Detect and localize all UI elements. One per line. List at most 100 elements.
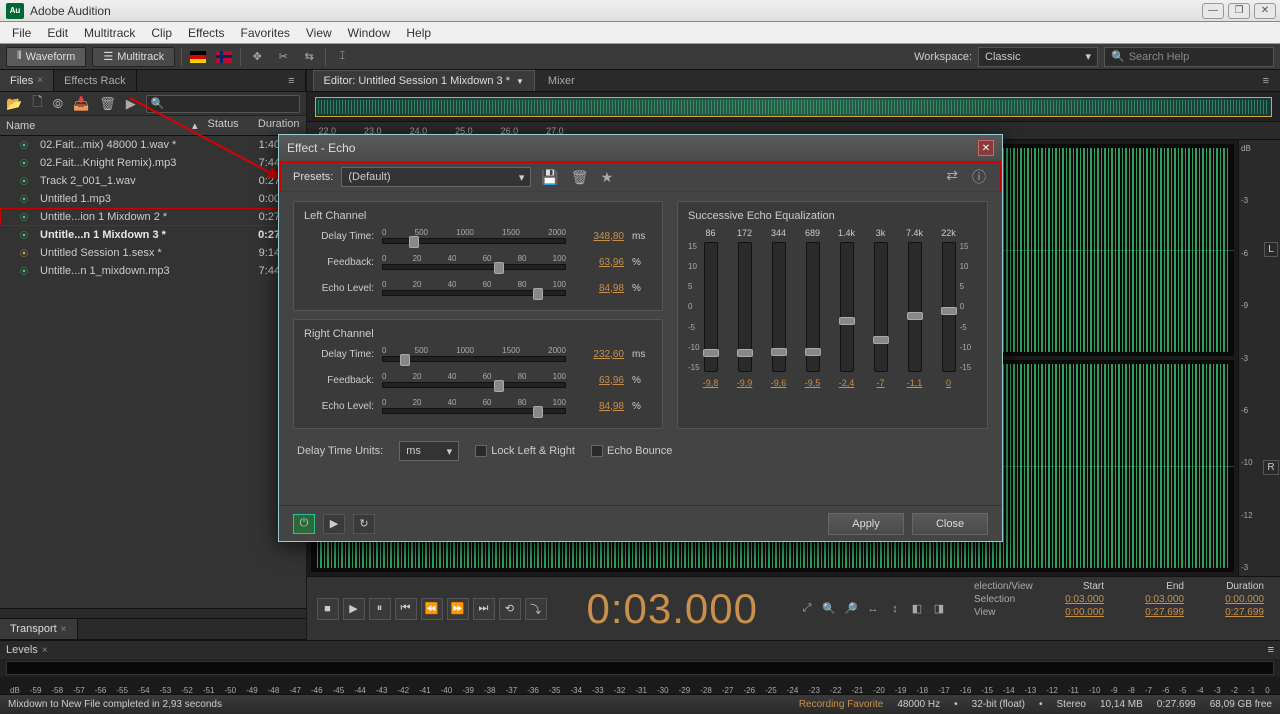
flag-no-icon[interactable]	[216, 51, 232, 63]
tab-mixer[interactable]: Mixer	[537, 70, 586, 91]
zoom-btn-4[interactable]: ↕	[886, 600, 904, 618]
eq-value[interactable]: -9,9	[737, 378, 753, 388]
menu-multitrack[interactable]: Multitrack	[76, 24, 143, 42]
mode-multitrack-button[interactable]: ☰ Multitrack	[92, 47, 175, 67]
eq-value[interactable]: -9,8	[703, 378, 719, 388]
apply-button[interactable]: Apply	[828, 513, 904, 535]
chevron-down-icon[interactable]: ▼	[516, 77, 524, 86]
flag-de-icon[interactable]	[190, 51, 206, 63]
file-row[interactable]: Untitled Session 1.sesx *9:14.143	[0, 244, 306, 262]
play-icon[interactable]: ▶	[126, 96, 136, 112]
zoom-btn-0[interactable]: ⤢	[798, 600, 816, 618]
mode-waveform-button[interactable]: ⫴ Waveform	[6, 47, 86, 67]
param-value[interactable]: 84,98	[574, 283, 624, 294]
param-value[interactable]: 63,96	[574, 257, 624, 268]
favorite-icon[interactable]: ★	[599, 169, 616, 186]
menu-clip[interactable]: Clip	[143, 24, 180, 42]
eq-slider[interactable]	[806, 242, 820, 372]
file-row[interactable]: Untitle...ion 1 Mixdown 2 *0:27.699	[0, 208, 306, 226]
time-select-tool-icon[interactable]: 𝙸	[332, 47, 352, 67]
transport-btn-1[interactable]: ▶	[343, 598, 365, 620]
file-row[interactable]: 02.Fait...mix) 48000 1.wav *1:40.000	[0, 136, 306, 154]
workspace-dropdown[interactable]: Classic ▾	[978, 47, 1098, 67]
eq-slider[interactable]	[738, 242, 752, 372]
eq-slider[interactable]	[772, 242, 786, 372]
transport-btn-5[interactable]: ⏩	[447, 598, 469, 620]
move-tool-icon[interactable]: ✥	[247, 47, 267, 67]
zoom-btn-1[interactable]: 🔍	[820, 600, 838, 618]
file-row[interactable]: Untitle...n 1 Mixdown 3 *0:27.699	[0, 226, 306, 244]
panel-menu-icon[interactable]: ≡	[1252, 70, 1280, 91]
channel-map-icon[interactable]: ⇄	[944, 167, 960, 187]
view-start[interactable]: 0:00.000	[1044, 607, 1104, 618]
eq-value[interactable]: 0	[946, 378, 951, 388]
view-dur[interactable]: 0:27.699	[1204, 607, 1264, 618]
dialog-close-button[interactable]: ✕	[978, 140, 994, 156]
close-window-button[interactable]: ✕	[1254, 3, 1276, 19]
power-button[interactable]: ⏻	[293, 514, 315, 534]
eq-value[interactable]: -9,6	[771, 378, 787, 388]
tab-files[interactable]: Files×	[0, 70, 54, 91]
param-slider[interactable]: 020406080100	[382, 280, 566, 296]
files-search-input[interactable]: 🔍	[146, 95, 300, 113]
zoom-btn-2[interactable]: 🔎	[842, 600, 860, 618]
presets-dropdown[interactable]: (Default) ▾	[341, 167, 531, 187]
eq-value[interactable]: -2,4	[839, 378, 855, 388]
eq-value[interactable]: -7	[877, 378, 885, 388]
column-duration[interactable]: Duration	[246, 116, 306, 135]
overview-waveform[interactable]	[315, 97, 1273, 117]
echo-bounce-checkbox[interactable]: Echo Bounce	[591, 445, 672, 457]
transport-btn-7[interactable]: ⟲	[499, 598, 521, 620]
razor-tool-icon[interactable]: ✂	[273, 47, 293, 67]
sel-end[interactable]: 0:03.000	[1124, 594, 1184, 605]
param-slider[interactable]: 020406080100	[382, 372, 566, 388]
eq-slider[interactable]	[908, 242, 922, 372]
menu-window[interactable]: Window	[340, 24, 399, 42]
eq-slider[interactable]	[874, 242, 888, 372]
param-slider[interactable]: 0500100015002000	[382, 346, 566, 362]
trash-icon[interactable]: 🗑	[99, 96, 116, 112]
close-icon[interactable]: ×	[37, 75, 43, 86]
param-value[interactable]: 84,98	[574, 401, 624, 412]
param-slider[interactable]: 020406080100	[382, 398, 566, 414]
maximize-button[interactable]: ❐	[1228, 3, 1250, 19]
eq-value[interactable]: -1,1	[907, 378, 923, 388]
param-value[interactable]: 232,60	[574, 349, 624, 360]
param-value[interactable]: 348,80	[574, 231, 624, 242]
eq-slider[interactable]	[704, 242, 718, 372]
column-status[interactable]: Status	[204, 116, 246, 135]
zoom-btn-5[interactable]: ◧	[908, 600, 926, 618]
transport-btn-3[interactable]: ⏮	[395, 598, 417, 620]
minimize-button[interactable]: —	[1202, 3, 1224, 19]
transport-btn-2[interactable]: ⏸	[369, 598, 391, 620]
transport-btn-0[interactable]: ■	[317, 598, 339, 620]
import-icon[interactable]: 📥	[73, 96, 89, 112]
menu-file[interactable]: File	[4, 24, 39, 42]
menu-edit[interactable]: Edit	[39, 24, 76, 42]
transport-btn-6[interactable]: ⏭	[473, 598, 495, 620]
panel-menu-icon[interactable]: ≡	[1268, 644, 1274, 656]
tab-editor[interactable]: Editor: Untitled Session 1 Mixdown 3 * ▼	[313, 70, 535, 91]
menu-favorites[interactable]: Favorites	[233, 24, 298, 42]
sel-start[interactable]: 0:03.000	[1044, 594, 1104, 605]
search-help-input[interactable]: 🔍 Search Help	[1104, 47, 1274, 67]
slip-tool-icon[interactable]: ⇆	[299, 47, 319, 67]
param-slider[interactable]: 020406080100	[382, 254, 566, 270]
param-slider[interactable]: 0500100015002000	[382, 228, 566, 244]
lock-lr-checkbox[interactable]: Lock Left & Right	[475, 445, 575, 457]
file-row[interactable]: 02.Fait...Knight Remix).mp37:44.143	[0, 154, 306, 172]
menu-help[interactable]: Help	[398, 24, 439, 42]
menu-effects[interactable]: Effects	[180, 24, 232, 42]
transport-btn-8[interactable]: ⤵	[525, 598, 547, 620]
preview-play-button[interactable]: ▶	[323, 514, 345, 534]
zoom-btn-3[interactable]: ↔	[864, 600, 882, 618]
eq-slider[interactable]	[942, 242, 956, 372]
loop-button[interactable]: ↻	[353, 514, 375, 534]
file-row[interactable]: Untitled 1.mp30:00.048	[0, 190, 306, 208]
param-value[interactable]: 63,96	[574, 375, 624, 386]
zoom-btn-6[interactable]: ◨	[930, 600, 948, 618]
eq-slider[interactable]	[840, 242, 854, 372]
eq-value[interactable]: -9,5	[805, 378, 821, 388]
panel-menu-icon[interactable]: ≡	[278, 70, 305, 91]
tab-transport[interactable]: Transport×	[0, 619, 78, 639]
